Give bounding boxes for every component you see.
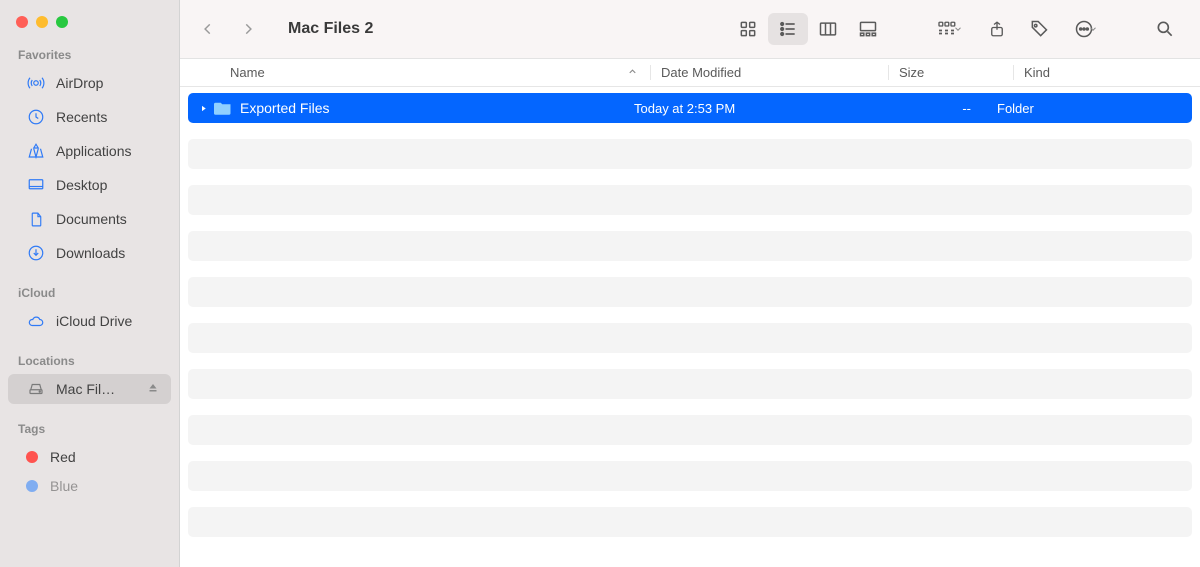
folder-icon <box>212 100 234 116</box>
empty-row <box>188 461 1192 491</box>
empty-row <box>188 507 1192 537</box>
sidebar-item-applications[interactable]: Applications <box>8 136 171 166</box>
file-row[interactable]: Exported Files Today at 2:53 PM -- Folde… <box>188 93 1192 123</box>
column-label: Date Modified <box>661 65 741 80</box>
window-title: Mac Files 2 <box>288 20 373 38</box>
file-size: -- <box>862 101 987 116</box>
sidebar-item-label: iCloud Drive <box>56 313 159 329</box>
sort-ascending-icon <box>627 65 638 80</box>
sidebar-section-tags: Tags <box>0 416 179 440</box>
fullscreen-window-button[interactable] <box>56 16 68 28</box>
file-name: Exported Files <box>240 100 329 116</box>
close-window-button[interactable] <box>16 16 28 28</box>
column-header-name[interactable]: Name <box>180 65 650 80</box>
tag-dot-icon <box>26 480 38 492</box>
main-panel: Mac Files 2 <box>180 0 1200 567</box>
file-list: Exported Files Today at 2:53 PM -- Folde… <box>180 87 1200 567</box>
empty-row <box>188 323 1192 353</box>
sidebar-item-label: Downloads <box>56 245 159 261</box>
sidebar-section-favorites: Favorites <box>0 42 179 66</box>
empty-row <box>188 277 1192 307</box>
view-columns-button[interactable] <box>808 13 848 45</box>
clock-icon <box>26 107 46 127</box>
window-controls <box>0 10 179 42</box>
sidebar: Favorites AirDrop Recents Applications D… <box>0 0 180 567</box>
disclosure-triangle-icon[interactable] <box>194 104 212 113</box>
actions-button[interactable] <box>1064 13 1108 45</box>
sidebar-item-airdrop[interactable]: AirDrop <box>8 68 171 98</box>
column-label: Kind <box>1024 65 1050 80</box>
group-by-button[interactable] <box>928 13 972 45</box>
tag-dot-icon <box>26 451 38 463</box>
column-header-kind[interactable]: Kind <box>1013 65 1200 80</box>
cloud-icon <box>26 311 46 331</box>
sidebar-item-icloud-drive[interactable]: iCloud Drive <box>8 306 171 336</box>
sidebar-item-label: AirDrop <box>56 75 159 91</box>
desktop-icon <box>26 175 46 195</box>
sidebar-item-downloads[interactable]: Downloads <box>8 238 171 268</box>
empty-row <box>188 139 1192 169</box>
back-button[interactable] <box>198 19 218 39</box>
empty-row <box>188 369 1192 399</box>
sidebar-item-label: Documents <box>56 211 159 227</box>
sidebar-item-label: Mac Fil… <box>56 381 147 397</box>
sidebar-item-label: Desktop <box>56 177 159 193</box>
sidebar-item-mac-files[interactable]: Mac Fil… <box>8 374 171 404</box>
airdrop-icon <box>26 73 46 93</box>
sidebar-item-label: Red <box>50 449 159 465</box>
file-kind: Folder <box>987 101 1192 116</box>
column-header: Name Date Modified Size Kind <box>180 59 1200 87</box>
file-date: Today at 2:53 PM <box>624 101 862 116</box>
view-list-button[interactable] <box>768 13 808 45</box>
sidebar-item-label: Applications <box>56 143 159 159</box>
download-icon <box>26 243 46 263</box>
sidebar-tag-blue[interactable]: Blue <box>8 476 171 496</box>
view-icons-button[interactable] <box>728 13 768 45</box>
column-label: Size <box>899 65 924 80</box>
applications-icon <box>26 141 46 161</box>
sidebar-section-icloud: iCloud <box>0 280 179 304</box>
view-gallery-button[interactable] <box>848 13 888 45</box>
view-mode-group <box>728 13 888 45</box>
nav-arrows <box>198 19 258 39</box>
minimize-window-button[interactable] <box>36 16 48 28</box>
sidebar-section-locations: Locations <box>0 348 179 372</box>
share-button[interactable] <box>980 13 1014 45</box>
empty-row <box>188 185 1192 215</box>
tags-button[interactable] <box>1022 13 1056 45</box>
external-drive-icon <box>26 379 46 399</box>
sidebar-item-label: Blue <box>50 478 159 494</box>
toolbar: Mac Files 2 <box>180 0 1200 59</box>
column-label: Name <box>230 65 265 80</box>
column-header-date[interactable]: Date Modified <box>650 65 888 80</box>
empty-row <box>188 415 1192 445</box>
sidebar-tag-red[interactable]: Red <box>8 442 171 472</box>
eject-icon[interactable] <box>147 382 159 397</box>
sidebar-item-label: Recents <box>56 109 159 125</box>
empty-row <box>188 231 1192 261</box>
forward-button[interactable] <box>238 19 258 39</box>
chevron-down-icon <box>953 24 963 34</box>
document-icon <box>26 209 46 229</box>
sidebar-item-documents[interactable]: Documents <box>8 204 171 234</box>
chevron-down-icon <box>1088 24 1098 34</box>
sidebar-item-recents[interactable]: Recents <box>8 102 171 132</box>
column-header-size[interactable]: Size <box>888 65 1013 80</box>
search-button[interactable] <box>1148 13 1182 45</box>
sidebar-item-desktop[interactable]: Desktop <box>8 170 171 200</box>
